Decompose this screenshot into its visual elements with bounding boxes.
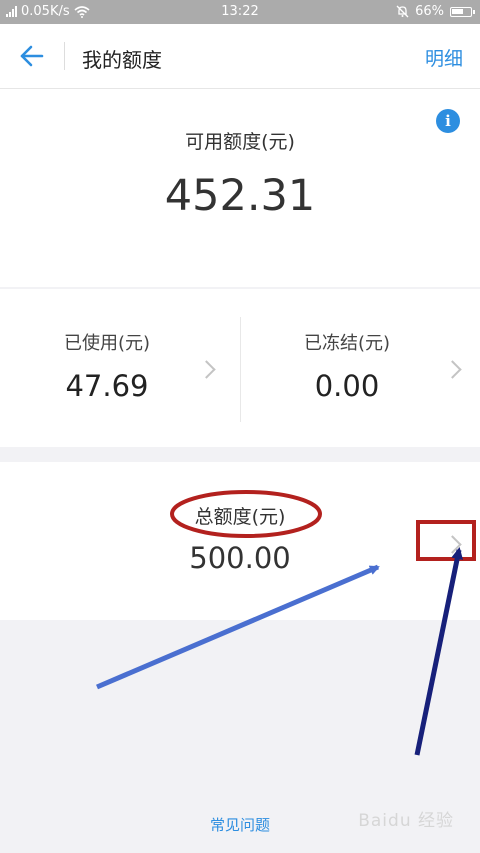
- available-credit-label: 可用额度(元): [185, 131, 295, 153]
- nav-bar: 我的额度 明细: [0, 24, 480, 89]
- frozen-credit-label: 已冻结(元): [303, 333, 391, 354]
- used-credit-label: 已使用(元): [63, 333, 151, 354]
- available-credit-card: i 可用额度(元) 452.31: [0, 89, 480, 287]
- status-bar: 0.05K/s 13:22 66%: [0, 0, 480, 24]
- total-credit-card[interactable]: 总额度(元) 500.00: [0, 462, 480, 620]
- total-credit-label: 总额度(元): [194, 506, 286, 528]
- available-credit-value: 452.31: [164, 171, 316, 221]
- battery-percent: 66%: [415, 4, 444, 19]
- battery-icon: [450, 6, 475, 17]
- page-title: 我的额度: [82, 48, 162, 72]
- baidu-watermark: Baidu 经验: [358, 811, 454, 831]
- battery-fill: [452, 8, 463, 14]
- back-arrow-icon[interactable]: [18, 42, 46, 70]
- used-credit-cell[interactable]: 已使用(元) 47.69: [0, 289, 240, 447]
- mute-bell-icon: [396, 5, 409, 18]
- used-frozen-card: 已使用(元) 47.69 已冻结(元) 0.00: [0, 289, 480, 447]
- frozen-credit-value: 0.00: [314, 369, 380, 403]
- status-right: 66%: [396, 4, 475, 19]
- used-credit-value: 47.69: [65, 369, 149, 403]
- frozen-credit-cell[interactable]: 已冻结(元) 0.00: [240, 289, 480, 447]
- detail-link[interactable]: 明细: [425, 44, 463, 71]
- nav-divider: [64, 42, 65, 70]
- total-credit-value: 500.00: [189, 541, 291, 575]
